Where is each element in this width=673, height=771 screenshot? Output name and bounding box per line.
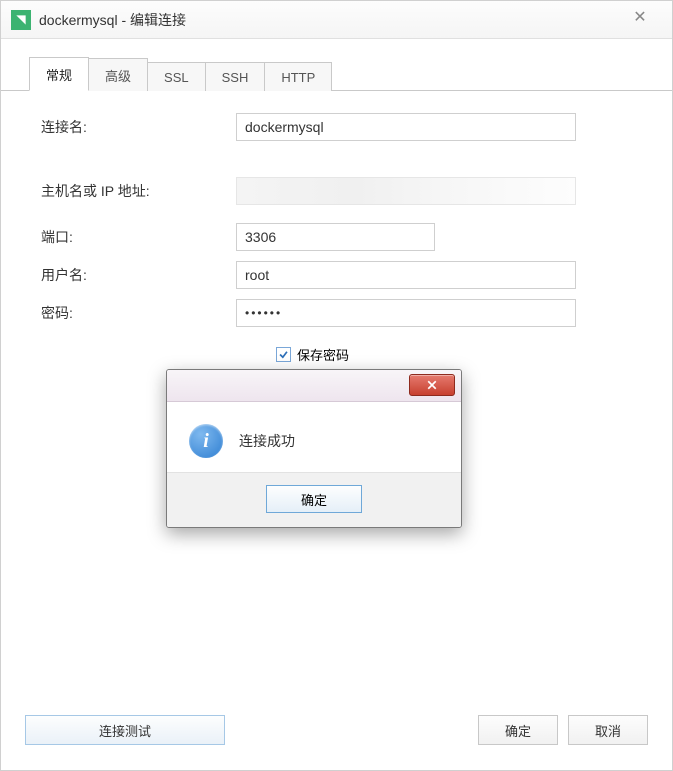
- cancel-button[interactable]: 取消: [568, 715, 648, 745]
- message-dialog: i 连接成功 确定: [166, 369, 462, 528]
- tab-http[interactable]: HTTP: [264, 62, 332, 91]
- username-label: 用户名:: [41, 265, 236, 285]
- tab-ssl[interactable]: SSL: [147, 62, 206, 91]
- window-close-button[interactable]: ✕: [620, 9, 660, 29]
- save-password-label: 保存密码: [297, 345, 349, 364]
- button-bar: 连接测试 确定 取消: [1, 710, 672, 750]
- ok-button[interactable]: 确定: [478, 715, 558, 745]
- tab-ssh[interactable]: SSH: [205, 62, 266, 91]
- dialog-message: 连接成功: [239, 431, 295, 451]
- tabstrip: 常规 高级 SSL SSH HTTP: [1, 39, 672, 91]
- info-icon: i: [189, 424, 223, 458]
- titlebar: dockermysql - 编辑连接 ✕: [1, 1, 672, 39]
- save-password-checkbox[interactable]: [276, 347, 291, 362]
- dialog-ok-button[interactable]: 确定: [266, 485, 362, 513]
- connection-name-input[interactable]: [236, 113, 576, 141]
- dialog-body: i 连接成功: [167, 402, 461, 472]
- username-input[interactable]: [236, 261, 576, 289]
- dialog-button-row: 确定: [167, 472, 461, 527]
- edit-connection-window: dockermysql - 编辑连接 ✕ 常规 高级 SSL SSH HTTP …: [0, 0, 673, 771]
- test-connection-button[interactable]: 连接测试: [25, 715, 225, 745]
- form-area: 连接名: 主机名或 IP 地址: 端口: 用户名: 密码: •••••• 保存密…: [1, 91, 672, 364]
- password-input[interactable]: ••••••: [236, 299, 576, 327]
- connection-name-label: 连接名:: [41, 117, 236, 137]
- password-label: 密码:: [41, 303, 236, 323]
- tab-advanced[interactable]: 高级: [88, 58, 148, 91]
- window-title: dockermysql - 编辑连接: [39, 10, 186, 30]
- port-label: 端口:: [41, 227, 236, 247]
- host-input[interactable]: [236, 177, 576, 205]
- host-label: 主机名或 IP 地址:: [41, 181, 236, 201]
- port-input[interactable]: [236, 223, 435, 251]
- tab-general[interactable]: 常规: [29, 57, 89, 91]
- app-icon: [11, 10, 31, 30]
- save-password-row: 保存密码: [276, 345, 632, 364]
- dialog-close-button[interactable]: [409, 374, 455, 396]
- dialog-titlebar: [167, 370, 461, 402]
